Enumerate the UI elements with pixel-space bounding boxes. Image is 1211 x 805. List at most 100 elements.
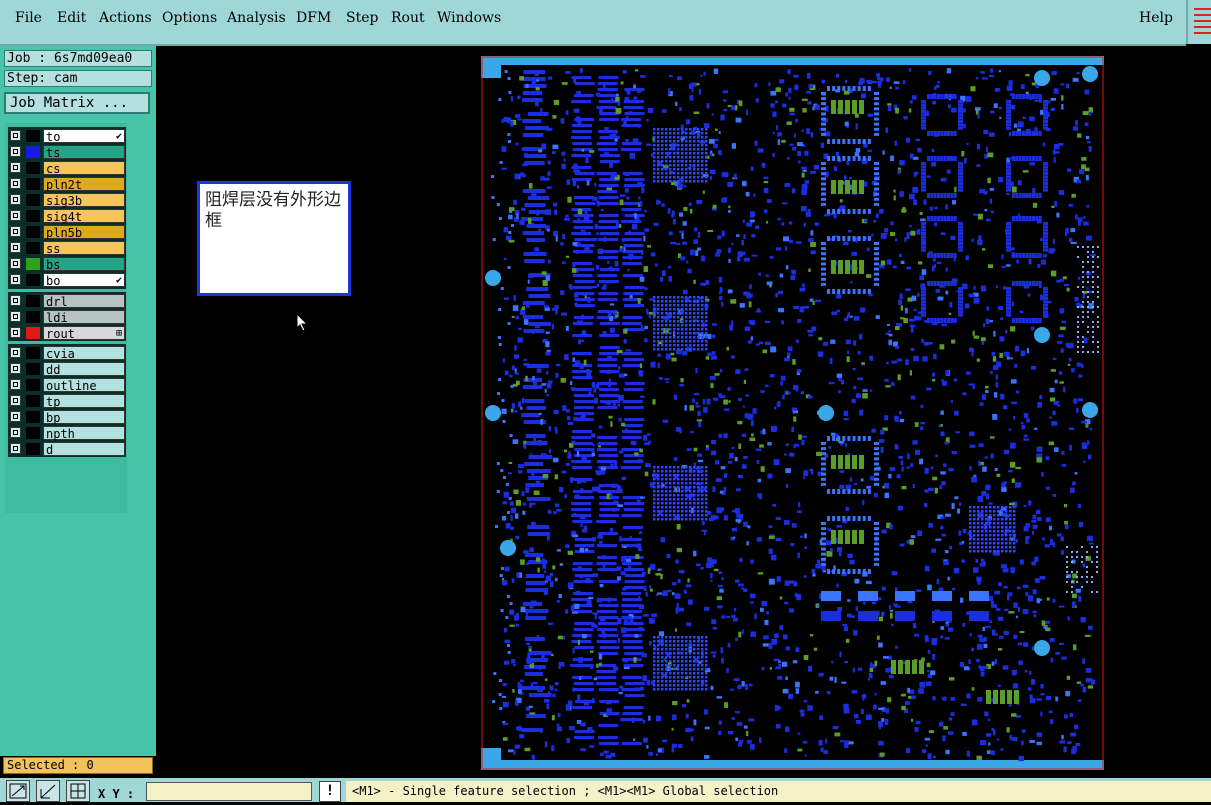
layer-color-swatch[interactable] bbox=[26, 274, 40, 286]
layer-checkbox[interactable] bbox=[10, 295, 21, 306]
layer-name[interactable]: sig3b bbox=[43, 193, 125, 208]
menu-rout[interactable]: Rout bbox=[391, 10, 425, 26]
layer-name[interactable]: ldi bbox=[43, 310, 125, 325]
layer-name[interactable]: sig4t bbox=[43, 209, 125, 224]
grid-icon[interactable] bbox=[66, 780, 90, 802]
job-matrix-button[interactable]: Job Matrix ... bbox=[4, 92, 150, 114]
alert-button[interactable]: ! bbox=[319, 781, 341, 802]
layer-name[interactable]: bo ✔ bbox=[43, 273, 125, 288]
menu-file[interactable]: File bbox=[15, 10, 42, 26]
layer-row-d[interactable]: d bbox=[8, 441, 126, 457]
layer-color-swatch[interactable] bbox=[26, 427, 40, 439]
layer-row-npth[interactable]: npth bbox=[8, 425, 126, 441]
layer-name[interactable]: bs bbox=[43, 257, 125, 272]
layer-checkbox[interactable] bbox=[10, 242, 21, 253]
layer-color-swatch[interactable] bbox=[26, 178, 40, 190]
layer-color-swatch[interactable] bbox=[26, 162, 40, 174]
layer-row-to[interactable]: to ✔ bbox=[8, 128, 126, 144]
layer-color-swatch[interactable] bbox=[26, 258, 40, 270]
layer-row-drl[interactable]: drl bbox=[8, 293, 126, 309]
layer-checkbox[interactable] bbox=[10, 347, 21, 358]
layer-row-bp[interactable]: bp bbox=[8, 409, 126, 425]
measure-icon[interactable] bbox=[36, 780, 60, 802]
layer-row-bo[interactable]: bo ✔ bbox=[8, 272, 126, 288]
layer-color-swatch[interactable] bbox=[26, 146, 40, 158]
layer-row-cs[interactable]: cs bbox=[8, 160, 126, 176]
layer-row-bs[interactable]: bs bbox=[8, 256, 126, 272]
layer-name[interactable]: to ✔ bbox=[43, 129, 125, 144]
menu-bar: File Edit Actions Options Analysis DFM S… bbox=[0, 0, 1186, 46]
layer-color-swatch[interactable] bbox=[26, 194, 40, 206]
layer-color-swatch[interactable] bbox=[26, 379, 40, 391]
layer-color-swatch[interactable] bbox=[26, 226, 40, 238]
layer-checkbox[interactable] bbox=[10, 363, 21, 374]
xy-coordinate-input[interactable] bbox=[146, 782, 312, 801]
layer-name[interactable]: ts bbox=[43, 145, 125, 160]
layer-row-pln5b[interactable]: pln5b bbox=[8, 224, 126, 240]
layer-color-swatch[interactable] bbox=[26, 347, 40, 359]
menu-help[interactable]: Help bbox=[1139, 10, 1173, 26]
layer-row-tp[interactable]: tp bbox=[8, 393, 126, 409]
layer-checkbox[interactable] bbox=[10, 395, 21, 406]
layer-checkbox[interactable] bbox=[10, 178, 21, 189]
layer-checkbox[interactable] bbox=[10, 379, 21, 390]
layer-row-ts[interactable]: ts bbox=[8, 144, 126, 160]
layer-checkbox[interactable] bbox=[10, 411, 21, 422]
layer-name[interactable]: tp bbox=[43, 394, 125, 409]
menu-options[interactable]: Options bbox=[162, 10, 217, 26]
layer-checkbox[interactable] bbox=[10, 443, 21, 454]
layer-row-rout[interactable]: rout ⊞ bbox=[8, 325, 126, 341]
layer-color-swatch[interactable] bbox=[26, 311, 40, 323]
layer-name[interactable]: d bbox=[43, 442, 125, 457]
window-menu-icon[interactable] bbox=[1186, 0, 1211, 44]
layer-row-outline[interactable]: outline bbox=[8, 377, 126, 393]
layer-checkbox[interactable] bbox=[10, 162, 21, 173]
layer-checkbox[interactable] bbox=[10, 274, 21, 285]
layer-color-swatch[interactable] bbox=[26, 295, 40, 307]
layer-name[interactable]: ss bbox=[43, 241, 125, 256]
layer-name[interactable]: dd bbox=[43, 362, 125, 377]
menu-actions[interactable]: Actions bbox=[99, 10, 152, 26]
layer-name[interactable]: npth bbox=[43, 426, 125, 441]
layer-checkbox[interactable] bbox=[10, 146, 21, 157]
layer-checkbox[interactable] bbox=[10, 130, 21, 141]
zoom-fit-icon[interactable] bbox=[6, 780, 30, 802]
layer-name[interactable]: pln5b bbox=[43, 225, 125, 240]
layer-name[interactable]: outline bbox=[43, 378, 125, 393]
layer-checkbox[interactable] bbox=[10, 327, 21, 338]
layer-color-swatch[interactable] bbox=[26, 363, 40, 375]
layer-checkbox[interactable] bbox=[10, 226, 21, 237]
layer-checkbox[interactable] bbox=[10, 311, 21, 322]
menu-analysis[interactable]: Analysis bbox=[227, 10, 286, 26]
mouse-hint: <M1> - Single feature selection ; <M1><M… bbox=[346, 781, 1211, 802]
layer-color-swatch[interactable] bbox=[26, 242, 40, 254]
layer-name[interactable]: bp bbox=[43, 410, 125, 425]
layer-color-swatch[interactable] bbox=[26, 327, 40, 339]
layer-name[interactable]: pln2t bbox=[43, 177, 125, 192]
layer-color-swatch[interactable] bbox=[26, 130, 40, 142]
layer-name[interactable]: cs bbox=[43, 161, 125, 176]
layer-row-ss[interactable]: ss bbox=[8, 240, 126, 256]
layer-color-swatch[interactable] bbox=[26, 411, 40, 423]
layer-checkbox[interactable] bbox=[10, 258, 21, 269]
menu-dfm[interactable]: DFM bbox=[296, 10, 331, 26]
layer-row-ldi[interactable]: ldi bbox=[8, 309, 126, 325]
layer-color-swatch[interactable] bbox=[26, 443, 40, 455]
layer-row-cvia[interactable]: cvia bbox=[8, 345, 126, 361]
layer-row-pln2t[interactable]: pln2t bbox=[8, 176, 126, 192]
layer-row-sig3b[interactable]: sig3b bbox=[8, 192, 126, 208]
layer-color-swatch[interactable] bbox=[26, 210, 40, 222]
layer-name[interactable]: drl bbox=[43, 294, 125, 309]
layer-name[interactable]: rout ⊞ bbox=[43, 326, 125, 341]
menu-step[interactable]: Step bbox=[346, 10, 378, 26]
layer-row-dd[interactable]: dd bbox=[8, 361, 126, 377]
layer-name[interactable]: cvia bbox=[43, 346, 125, 361]
layer-checkbox[interactable] bbox=[10, 427, 21, 438]
layer-checkbox[interactable] bbox=[10, 210, 21, 221]
layer-color-swatch[interactable] bbox=[26, 395, 40, 407]
pcb-graphic-view[interactable] bbox=[481, 56, 1104, 770]
layer-checkbox[interactable] bbox=[10, 194, 21, 205]
layer-row-sig4t[interactable]: sig4t bbox=[8, 208, 126, 224]
menu-windows[interactable]: Windows bbox=[437, 10, 501, 26]
menu-edit[interactable]: Edit bbox=[57, 10, 86, 26]
